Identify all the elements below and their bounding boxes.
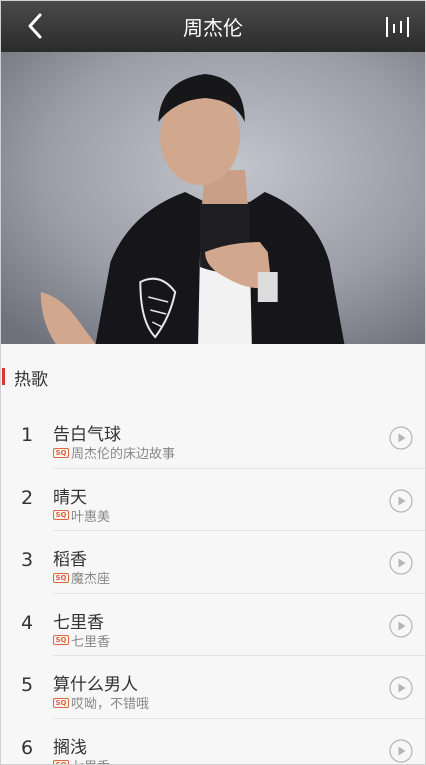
play-circle-icon[interactable]: [389, 676, 413, 700]
app-frame: 周杰伦 热歌 1 告白气球 SQ 周杰伦的床边故事 2 晴天 SQ 叶惠美 3 …: [0, 0, 426, 765]
sq-badge: SQ: [53, 510, 69, 521]
song-row[interactable]: 1 告白气球 SQ 周杰伦的床边故事: [1, 406, 425, 469]
song-album: 哎呦，不错哦: [71, 697, 150, 713]
song-index: 2: [20, 486, 34, 509]
now-playing-bars-icon: [386, 17, 409, 37]
now-playing-button[interactable]: [381, 11, 415, 43]
sq-badge: SQ: [53, 447, 69, 458]
top-bar: 周杰伦: [1, 1, 425, 52]
song-row[interactable]: 6 搁浅 SQ 七里香: [1, 719, 425, 764]
sq-badge: SQ: [53, 635, 69, 646]
play-circle-icon[interactable]: [389, 739, 413, 763]
song-index: 5: [20, 674, 34, 697]
section-accent-bar: [2, 368, 5, 385]
song-title: 搁浅: [53, 737, 87, 758]
play-circle-icon[interactable]: [389, 488, 413, 513]
song-meta: SQ 哎呦，不错哦: [53, 693, 149, 712]
song-album: 叶惠美: [71, 509, 111, 525]
song-album: 周杰伦的床边故事: [71, 447, 176, 462]
song-row[interactable]: 4 七里香 SQ 七里香: [1, 594, 425, 657]
song-meta: SQ 七里香: [53, 631, 110, 650]
song-row[interactable]: 2 晴天 SQ 叶惠美: [1, 469, 425, 532]
page-title: 周杰伦: [183, 16, 243, 40]
sq-badge: SQ: [53, 760, 69, 764]
song-album: 七里香: [71, 756, 110, 764]
song-title: 告白气球: [53, 425, 121, 445]
section-title: 热歌: [14, 370, 48, 390]
artist-photo: [1, 52, 425, 344]
song-meta: SQ 叶惠美: [53, 506, 110, 525]
song-index: 3: [20, 549, 34, 572]
song-title: 晴天: [53, 487, 87, 508]
play-circle-icon[interactable]: [389, 551, 413, 575]
song-list: 1 告白气球 SQ 周杰伦的床边故事 2 晴天 SQ 叶惠美 3 稻香 SQ 魔…: [1, 406, 425, 764]
play-circle-icon[interactable]: [389, 614, 413, 638]
song-index: 4: [20, 611, 34, 634]
section-header-hot-songs: 热歌: [1, 344, 425, 408]
play-circle-icon[interactable]: [389, 426, 413, 450]
song-row[interactable]: 3 稻香 SQ 魔杰座: [1, 531, 425, 594]
song-title: 算什么男人: [53, 675, 138, 696]
song-meta: SQ 魔杰座: [53, 568, 110, 587]
song-row[interactable]: 5 算什么男人 SQ 哎呦，不错哦: [1, 656, 425, 719]
song-title: 稻香: [53, 550, 87, 571]
sq-badge: SQ: [53, 697, 69, 708]
song-title: 七里香: [53, 612, 104, 633]
song-album: 魔杰座: [71, 572, 111, 588]
song-album: 七里香: [71, 634, 111, 650]
artist-photo-illustration: [1, 52, 425, 344]
song-index: 1: [20, 424, 34, 446]
song-meta: SQ 七里香: [53, 756, 110, 764]
song-index: 6: [20, 736, 34, 759]
song-meta: SQ 周杰伦的床边故事: [53, 443, 175, 462]
sq-badge: SQ: [53, 572, 69, 583]
